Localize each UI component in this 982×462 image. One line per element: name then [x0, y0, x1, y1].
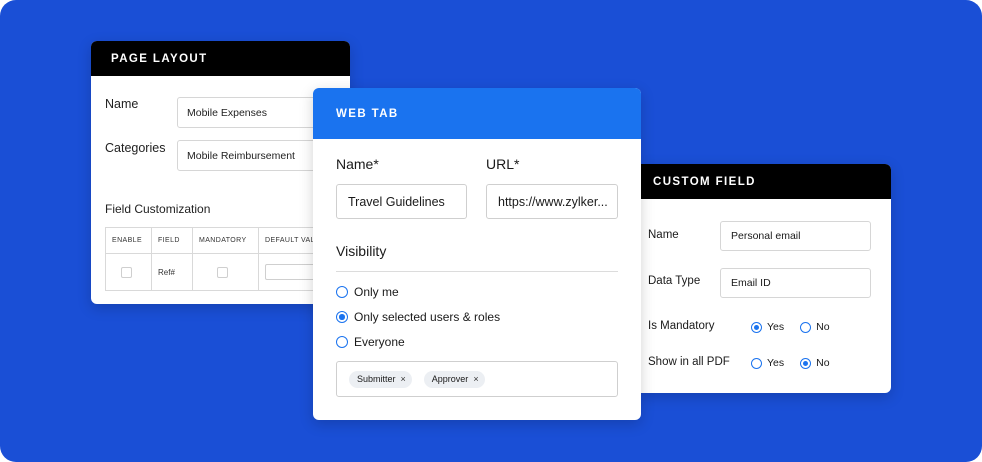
chip-submitter-remove-icon[interactable]: × [401, 374, 406, 384]
page-layout-card: PAGE LAYOUT Name Mobile Expenses Categor… [91, 41, 350, 304]
chip-approver-label: Approver [431, 374, 469, 384]
field-customization-title: Field Customization [105, 202, 211, 216]
visibility-option-everyone[interactable]: Everyone [336, 335, 405, 349]
is-mandatory-yes-label: Yes [767, 321, 785, 333]
only-me-label: Only me [354, 285, 399, 299]
web-tab-title: WEB TAB [313, 88, 641, 139]
selected-users-label: Only selected users & roles [354, 310, 501, 324]
show-in-pdf-yes-label: Yes [767, 357, 785, 369]
web-tab-name-input[interactable]: Travel Guidelines [336, 184, 467, 219]
hero-banner: PAGE LAYOUT Name Mobile Expenses Categor… [0, 0, 982, 462]
everyone-label: Everyone [354, 335, 405, 349]
chip-approver-remove-icon[interactable]: × [473, 374, 478, 384]
page-layout-name-row: Name [105, 97, 138, 111]
page-layout-title: PAGE LAYOUT [91, 41, 350, 76]
name-label: Name [105, 97, 139, 111]
web-tab-name-label: Name* [336, 156, 379, 172]
is-mandatory-label: Is Mandatory [648, 320, 715, 332]
chip-submitter: Submitter × [349, 370, 412, 388]
is-mandatory-radio-group: Yes No [751, 321, 830, 333]
page-layout-categories-row: Categories [105, 141, 165, 155]
column-header-mandatory: MANDATORY [192, 227, 259, 254]
url-input[interactable]: https://www.zylker... [486, 184, 618, 219]
custom-field-name-input[interactable]: Personal email [720, 221, 871, 251]
chip-approver: Approver × [423, 370, 485, 388]
field-cell: Ref# [151, 253, 193, 291]
data-type-label: Data Type [648, 275, 701, 287]
enable-checkbox[interactable] [121, 266, 132, 278]
categories-label: Categories [105, 141, 166, 155]
roles-chip-input[interactable]: Submitter × Approver × [336, 361, 618, 397]
is-mandatory-yes-radio[interactable] [751, 321, 762, 333]
custom-field-name-label: Name [648, 229, 679, 241]
show-in-pdf-yes-radio[interactable] [751, 357, 762, 369]
show-in-pdf-label: Show in all PDF [648, 356, 730, 368]
selected-users-radio[interactable] [336, 311, 348, 323]
custom-field-card: CUSTOM FIELD Name Personal email Data Ty… [640, 164, 891, 393]
web-tab-card: WEB TAB Name* Travel Guidelines URL* htt… [313, 88, 641, 420]
chip-submitter-label: Submitter [357, 374, 396, 384]
custom-field-title: CUSTOM FIELD [640, 164, 891, 199]
visibility-option-only-me[interactable]: Only me [336, 285, 399, 299]
is-mandatory-no-label: No [816, 321, 830, 333]
is-mandatory-no-radio[interactable] [800, 321, 812, 333]
visibility-option-selected-users[interactable]: Only selected users & roles [336, 310, 500, 324]
column-header-field: FIELD [151, 227, 193, 254]
url-label: URL* [486, 156, 520, 172]
visibility-divider [336, 271, 618, 272]
visibility-label: Visibility [336, 243, 387, 259]
mandatory-checkbox[interactable] [217, 266, 228, 278]
show-in-pdf-no-label: No [816, 357, 830, 369]
column-header-enable: ENABLE [105, 227, 152, 254]
show-in-pdf-no-radio[interactable] [800, 357, 812, 369]
only-me-radio[interactable] [336, 286, 348, 298]
everyone-radio[interactable] [336, 336, 348, 348]
data-type-input[interactable]: Email ID [720, 268, 871, 298]
show-in-pdf-radio-group: Yes No [751, 357, 830, 369]
